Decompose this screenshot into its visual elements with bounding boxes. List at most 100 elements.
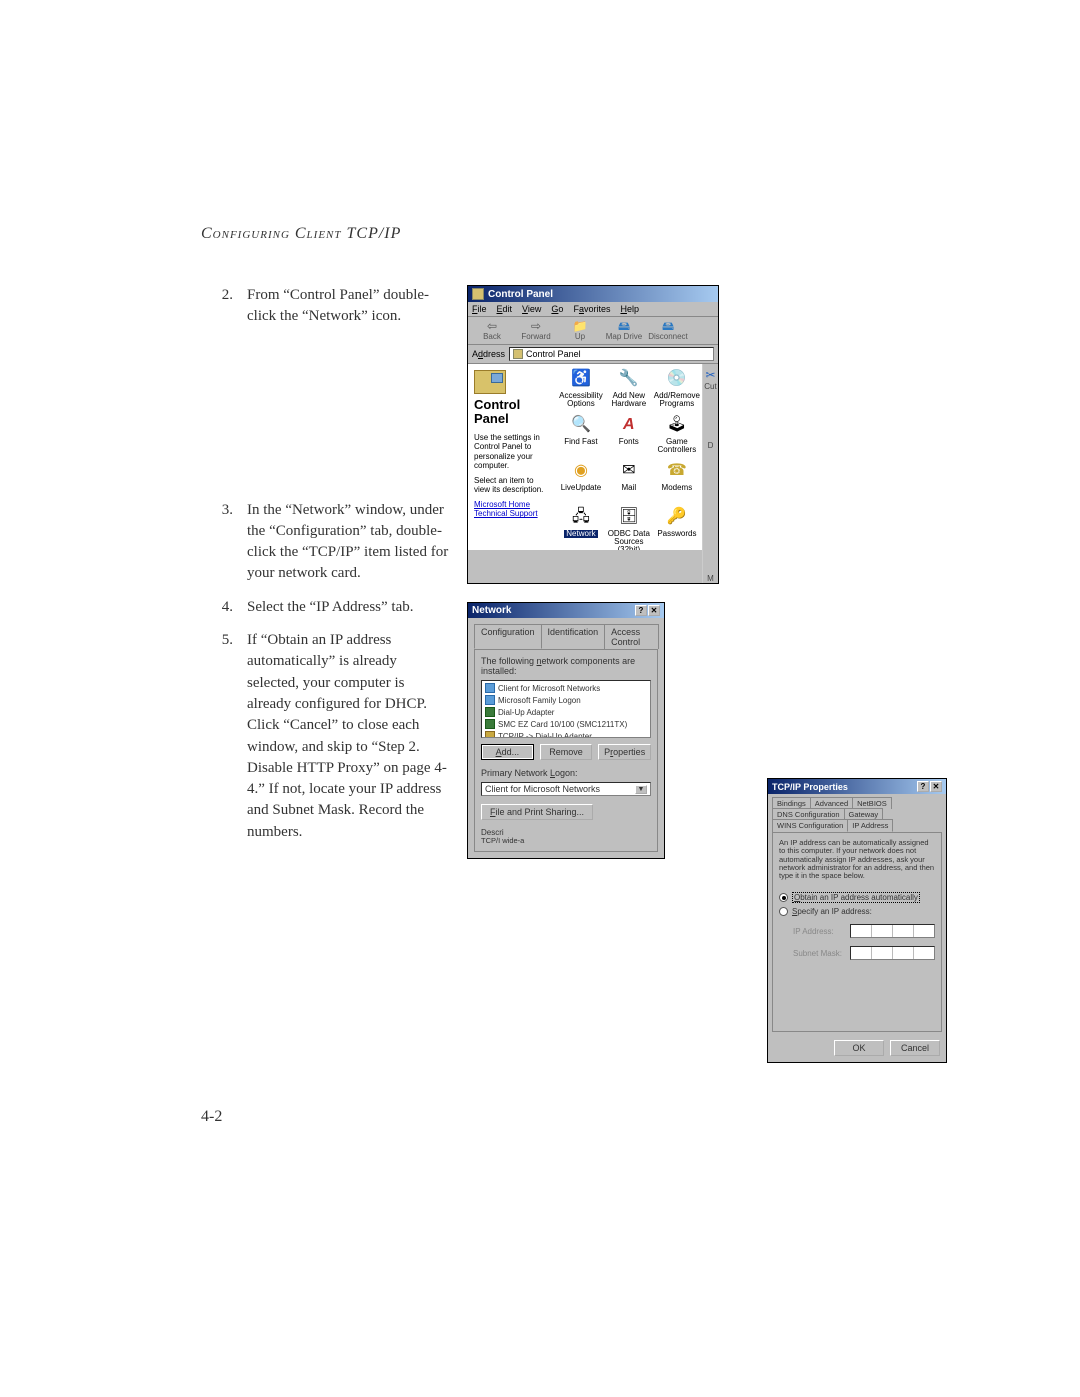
- ip-address-row: IP Address:: [793, 924, 935, 938]
- properties-button[interactable]: Properties: [598, 744, 651, 760]
- list-item[interactable]: Client for Microsoft Networks: [483, 682, 649, 694]
- address-bar: Address Control Panel: [468, 345, 718, 364]
- disconnect-button[interactable]: 🖴Disconnect: [647, 319, 689, 342]
- ok-button[interactable]: OK: [834, 1040, 884, 1056]
- mail-icon: ✉: [618, 460, 640, 482]
- address-field[interactable]: Control Panel: [509, 347, 714, 361]
- icon-grid: ♿Accessibility Options 🔧Add New Hardware…: [556, 364, 702, 550]
- window-titlebar[interactable]: Control Panel: [468, 286, 718, 302]
- network-icon: 🖧: [570, 506, 592, 528]
- remove-button[interactable]: Remove: [540, 744, 593, 760]
- item-add-hardware[interactable]: 🔧Add New Hardware: [606, 368, 652, 412]
- back-button[interactable]: ⇦Back: [471, 319, 513, 342]
- info-text-2: Select an item to view its description.: [474, 476, 550, 494]
- toolbar-overflow: ✂ Cut D M: [702, 364, 718, 583]
- help-button[interactable]: ?: [635, 605, 647, 616]
- menu-edit[interactable]: Edit: [497, 304, 513, 314]
- item-game-controllers[interactable]: 🕹Game Controllers: [654, 414, 700, 458]
- item-fonts[interactable]: AFonts: [606, 414, 652, 458]
- step-text: If “Obtain an IP address automatically” …: [247, 630, 449, 843]
- radio-obtain-auto[interactable]: Obtain an IP address automatically: [779, 892, 935, 903]
- step-number: 5.: [201, 630, 247, 843]
- hardware-icon: 🔧: [618, 368, 640, 390]
- up-button[interactable]: 📁Up: [559, 319, 601, 342]
- ip-address-label: IP Address:: [793, 927, 844, 936]
- window-title: Control Panel: [488, 289, 553, 300]
- odbc-icon: 🗄: [618, 506, 640, 528]
- description-hint: TCP/I wide-a: [481, 837, 651, 845]
- tab-identification[interactable]: Identification: [541, 624, 606, 649]
- item-network[interactable]: 🖧Network: [558, 506, 604, 550]
- address-label: Address: [472, 349, 505, 359]
- info-pane: Control Panel Use the settings in Contro…: [468, 364, 556, 550]
- tcpip-properties-dialog: TCP/IP Properties ? ✕ Bindings Advanced …: [767, 778, 947, 1063]
- window-title: TCP/IP Properties: [772, 782, 848, 792]
- tab-wins[interactable]: WINS Configuration: [772, 819, 848, 832]
- adapter-icon: [485, 707, 495, 717]
- dropdown-icon[interactable]: ▼: [635, 785, 647, 794]
- link-ms-home[interactable]: Microsoft Home: [474, 500, 550, 509]
- subnet-mask-input[interactable]: [850, 946, 936, 960]
- item-accessibility[interactable]: ♿Accessibility Options: [558, 368, 604, 412]
- modems-icon: ☎: [666, 460, 688, 482]
- file-print-sharing-button[interactable]: File and Print Sharing...: [481, 804, 593, 820]
- liveupdate-icon: ◉: [570, 460, 592, 482]
- item-liveupdate[interactable]: ◉LiveUpdate: [558, 460, 604, 504]
- step-text: Select the “IP Address” tab.: [247, 597, 449, 618]
- ip-address-input[interactable]: [850, 924, 936, 938]
- game-icon: 🕹: [666, 414, 688, 436]
- menu-file[interactable]: File: [472, 304, 487, 314]
- menu-go[interactable]: Go: [551, 304, 563, 314]
- logon-combo[interactable]: Client for Microsoft Networks ▼: [481, 782, 651, 796]
- step-number: 4.: [201, 597, 247, 618]
- window-title: Network: [472, 605, 511, 616]
- step-text: In the “Network” window, under the “Conf…: [247, 500, 449, 585]
- list-item[interactable]: TCP/IP -> Dial-Up Adapter: [483, 730, 649, 738]
- control-panel-window: Control Panel File Edit View Go Favorite…: [467, 285, 719, 584]
- tab-ip-address[interactable]: IP Address: [847, 819, 893, 832]
- list-item[interactable]: SMC EZ Card 10/100 (SMC1211TX): [483, 718, 649, 730]
- item-odbc[interactable]: 🗄ODBC Data Sources (32bit): [606, 506, 652, 550]
- step-4: 4. Select the “IP Address” tab.: [201, 597, 449, 618]
- item-mail[interactable]: ✉Mail: [606, 460, 652, 504]
- cancel-button[interactable]: Cancel: [890, 1040, 940, 1056]
- radio-specify[interactable]: Specify an IP address:: [779, 907, 935, 916]
- tab-bar: Configuration Identification Access Cont…: [474, 624, 658, 649]
- components-listbox[interactable]: Client for Microsoft Networks Microsoft …: [481, 680, 651, 738]
- step-3: 3. In the “Network” window, under the “C…: [201, 500, 449, 585]
- step-text: From “Control Panel” double-click the “N…: [247, 285, 449, 328]
- add-button[interactable]: Add...: [481, 744, 534, 760]
- item-find-fast[interactable]: 🔍Find Fast: [558, 414, 604, 458]
- map-drive-button[interactable]: 🖴Map Drive: [603, 319, 645, 342]
- step-number: 2.: [201, 285, 247, 328]
- menu-favorites[interactable]: Favorites: [573, 304, 610, 314]
- protocol-icon: [485, 731, 495, 738]
- help-button[interactable]: ?: [917, 781, 929, 792]
- forward-button[interactable]: ⇨Forward: [515, 319, 557, 342]
- tab-bar: Bindings Advanced NetBIOS DNS Configurat…: [772, 798, 942, 832]
- section-heading: Configuring Client TCP/IP: [201, 225, 921, 243]
- step-5: 5. If “Obtain an IP address automaticall…: [201, 630, 449, 843]
- window-titlebar[interactable]: TCP/IP Properties ? ✕: [768, 779, 946, 794]
- link-tech-support[interactable]: Technical Support: [474, 509, 550, 518]
- tab-access-control[interactable]: Access Control: [604, 624, 659, 649]
- menu-help[interactable]: Help: [620, 304, 639, 314]
- tab-configuration[interactable]: Configuration: [474, 624, 542, 649]
- item-add-remove[interactable]: 💿Add/Remove Programs: [654, 368, 700, 412]
- page-number: 4-2: [201, 1108, 222, 1126]
- address-value: Control Panel: [526, 349, 581, 359]
- components-label: The following network components are ins…: [481, 656, 651, 676]
- panel-description: An IP address can be automatically assig…: [779, 839, 935, 880]
- folder-icon: [513, 349, 523, 359]
- subnet-mask-row: Subnet Mask:: [793, 946, 935, 960]
- client-icon: [485, 695, 495, 705]
- list-item[interactable]: Microsoft Family Logon: [483, 694, 649, 706]
- list-item[interactable]: Dial-Up Adapter: [483, 706, 649, 718]
- close-button[interactable]: ✕: [648, 605, 660, 616]
- item-passwords[interactable]: 🔑Passwords: [654, 506, 700, 550]
- close-button[interactable]: ✕: [930, 781, 942, 792]
- menu-view[interactable]: View: [522, 304, 541, 314]
- window-titlebar[interactable]: Network ? ✕: [468, 603, 664, 618]
- item-modems[interactable]: ☎Modems: [654, 460, 700, 504]
- adapter-icon: [485, 719, 495, 729]
